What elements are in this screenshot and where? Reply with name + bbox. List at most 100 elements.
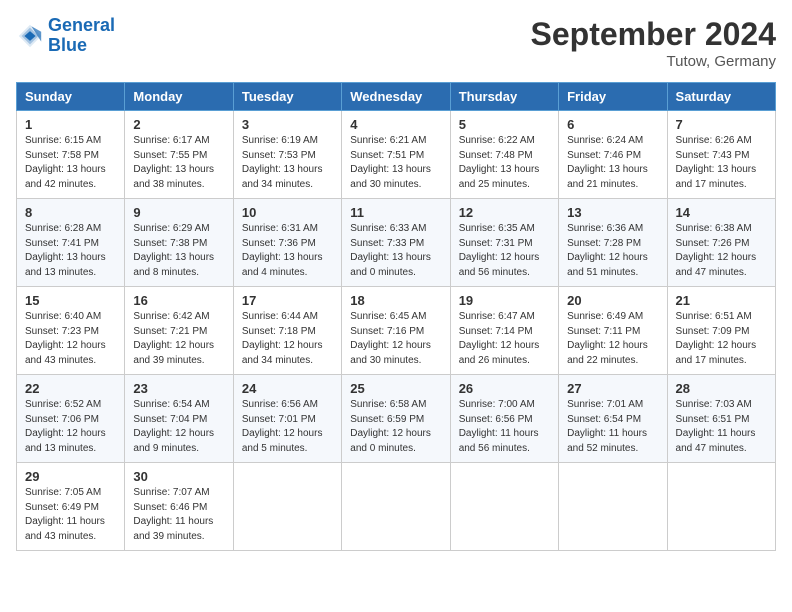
- calendar-cell: 3 Sunrise: 6:19 AM Sunset: 7:53 PM Daylig…: [233, 111, 341, 199]
- calendar-cell: 23 Sunrise: 6:54 AM Sunset: 7:04 PM Dayli…: [125, 375, 233, 463]
- day-number: 14: [676, 205, 767, 220]
- day-number: 21: [676, 293, 767, 308]
- day-info: Sunrise: 7:05 AM Sunset: 6:49 PM Dayligh…: [25, 486, 116, 544]
- day-number: 11: [350, 205, 441, 220]
- calendar-cell: 4 Sunrise: 6:21 AM Sunset: 7:51 PM Daylig…: [342, 111, 450, 199]
- day-info: Sunrise: 6:47 AM Sunset: 7:14 PM Dayligh…: [459, 310, 550, 368]
- logo-icon: [16, 22, 44, 50]
- day-info: Sunrise: 6:42 AM Sunset: 7:21 PM Dayligh…: [133, 310, 224, 368]
- page-header: General Blue September 2024 Tutow, Germa…: [16, 16, 776, 70]
- day-info: Sunrise: 6:40 AM Sunset: 7:23 PM Dayligh…: [25, 310, 116, 368]
- day-info: Sunrise: 7:01 AM Sunset: 6:54 PM Dayligh…: [567, 398, 658, 456]
- day-number: 12: [459, 205, 550, 220]
- calendar-cell: 10 Sunrise: 6:31 AM Sunset: 7:36 PM Dayli…: [233, 199, 341, 287]
- day-number: 22: [25, 381, 116, 396]
- day-number: 16: [133, 293, 224, 308]
- weekday-header-tuesday: Tuesday: [233, 83, 341, 111]
- weekday-header-thursday: Thursday: [450, 83, 558, 111]
- calendar-cell: 11 Sunrise: 6:33 AM Sunset: 7:33 PM Dayli…: [342, 199, 450, 287]
- calendar-cell: [342, 463, 450, 551]
- day-number: 30: [133, 469, 224, 484]
- day-number: 8: [25, 205, 116, 220]
- logo-line1: General: [48, 15, 115, 35]
- day-number: 1: [25, 117, 116, 132]
- day-info: Sunrise: 6:24 AM Sunset: 7:46 PM Dayligh…: [567, 134, 658, 192]
- day-info: Sunrise: 6:26 AM Sunset: 7:43 PM Dayligh…: [676, 134, 767, 192]
- calendar-cell: [450, 463, 558, 551]
- day-number: 23: [133, 381, 224, 396]
- calendar-cell: 6 Sunrise: 6:24 AM Sunset: 7:46 PM Daylig…: [559, 111, 667, 199]
- calendar-cell: 15 Sunrise: 6:40 AM Sunset: 7:23 PM Dayli…: [17, 287, 125, 375]
- day-number: 28: [676, 381, 767, 396]
- day-info: Sunrise: 6:58 AM Sunset: 6:59 PM Dayligh…: [350, 398, 441, 456]
- calendar-week-2: 8 Sunrise: 6:28 AM Sunset: 7:41 PM Daylig…: [17, 199, 776, 287]
- day-number: 3: [242, 117, 333, 132]
- day-number: 29: [25, 469, 116, 484]
- calendar-cell: 14 Sunrise: 6:38 AM Sunset: 7:26 PM Dayli…: [667, 199, 775, 287]
- day-number: 17: [242, 293, 333, 308]
- calendar-cell: 17 Sunrise: 6:44 AM Sunset: 7:18 PM Dayli…: [233, 287, 341, 375]
- calendar-cell: 2 Sunrise: 6:17 AM Sunset: 7:55 PM Daylig…: [125, 111, 233, 199]
- calendar-cell: 12Sunrise: 6:35 AM Sunset: 7:31 PM Dayli…: [450, 199, 558, 287]
- day-number: 15: [25, 293, 116, 308]
- calendar-cell: 26 Sunrise: 7:00 AM Sunset: 6:56 PM Dayli…: [450, 375, 558, 463]
- calendar-cell: 1 Sunrise: 6:15 AM Sunset: 7:58 PM Daylig…: [17, 111, 125, 199]
- day-info: Sunrise: 7:07 AM Sunset: 6:46 PM Dayligh…: [133, 486, 224, 544]
- logo-text: General Blue: [48, 16, 115, 56]
- day-number: 24: [242, 381, 333, 396]
- calendar-cell: 20 Sunrise: 6:49 AM Sunset: 7:11 PM Dayli…: [559, 287, 667, 375]
- calendar-cell: 5 Sunrise: 6:22 AM Sunset: 7:48 PM Daylig…: [450, 111, 558, 199]
- title-block: September 2024 Tutow, Germany: [531, 16, 776, 70]
- logo-line2: Blue: [48, 35, 87, 55]
- day-info: Sunrise: 6:21 AM Sunset: 7:51 PM Dayligh…: [350, 134, 441, 192]
- day-info: Sunrise: 6:22 AM Sunset: 7:48 PM Dayligh…: [459, 134, 550, 192]
- calendar-cell: 13Sunrise: 6:36 AM Sunset: 7:28 PM Dayli…: [559, 199, 667, 287]
- weekday-header-wednesday: Wednesday: [342, 83, 450, 111]
- calendar-cell: [667, 463, 775, 551]
- day-info: Sunrise: 6:45 AM Sunset: 7:16 PM Dayligh…: [350, 310, 441, 368]
- day-info: Sunrise: 6:33 AM Sunset: 7:33 PM Dayligh…: [350, 222, 441, 280]
- calendar-cell: 25 Sunrise: 6:58 AM Sunset: 6:59 PM Dayli…: [342, 375, 450, 463]
- day-number: 26: [459, 381, 550, 396]
- day-number: 9: [133, 205, 224, 220]
- day-number: 2: [133, 117, 224, 132]
- day-info: Sunrise: 6:56 AM Sunset: 7:01 PM Dayligh…: [242, 398, 333, 456]
- location-subtitle: Tutow, Germany: [531, 53, 776, 70]
- day-number: 6: [567, 117, 658, 132]
- day-info: Sunrise: 6:15 AM Sunset: 7:58 PM Dayligh…: [25, 134, 116, 192]
- calendar-cell: 24 Sunrise: 6:56 AM Sunset: 7:01 PM Dayli…: [233, 375, 341, 463]
- day-number: 25: [350, 381, 441, 396]
- calendar-cell: [559, 463, 667, 551]
- day-info: Sunrise: 6:28 AM Sunset: 7:41 PM Dayligh…: [25, 222, 116, 280]
- calendar-cell: 7Sunrise: 6:26 AM Sunset: 7:43 PM Daylig…: [667, 111, 775, 199]
- day-info: Sunrise: 6:54 AM Sunset: 7:04 PM Dayligh…: [133, 398, 224, 456]
- day-info: Sunrise: 6:44 AM Sunset: 7:18 PM Dayligh…: [242, 310, 333, 368]
- day-info: Sunrise: 6:38 AM Sunset: 7:26 PM Dayligh…: [676, 222, 767, 280]
- calendar-week-3: 15 Sunrise: 6:40 AM Sunset: 7:23 PM Dayli…: [17, 287, 776, 375]
- day-number: 10: [242, 205, 333, 220]
- weekday-header-monday: Monday: [125, 83, 233, 111]
- weekday-header-saturday: Saturday: [667, 83, 775, 111]
- day-info: Sunrise: 6:51 AM Sunset: 7:09 PM Dayligh…: [676, 310, 767, 368]
- day-number: 19: [459, 293, 550, 308]
- day-number: 5: [459, 117, 550, 132]
- day-info: Sunrise: 6:31 AM Sunset: 7:36 PM Dayligh…: [242, 222, 333, 280]
- calendar-cell: 8 Sunrise: 6:28 AM Sunset: 7:41 PM Daylig…: [17, 199, 125, 287]
- calendar-cell: 30 Sunrise: 7:07 AM Sunset: 6:46 PM Dayli…: [125, 463, 233, 551]
- calendar-week-1: 1 Sunrise: 6:15 AM Sunset: 7:58 PM Daylig…: [17, 111, 776, 199]
- day-info: Sunrise: 6:49 AM Sunset: 7:11 PM Dayligh…: [567, 310, 658, 368]
- day-info: Sunrise: 6:19 AM Sunset: 7:53 PM Dayligh…: [242, 134, 333, 192]
- day-number: 27: [567, 381, 658, 396]
- month-title: September 2024: [531, 16, 776, 53]
- weekday-header-row: SundayMondayTuesdayWednesdayThursdayFrid…: [17, 83, 776, 111]
- day-info: Sunrise: 6:17 AM Sunset: 7:55 PM Dayligh…: [133, 134, 224, 192]
- calendar-table: SundayMondayTuesdayWednesdayThursdayFrid…: [16, 82, 776, 551]
- logo: General Blue: [16, 16, 115, 56]
- calendar-week-4: 22Sunrise: 6:52 AM Sunset: 7:06 PM Dayli…: [17, 375, 776, 463]
- calendar-cell: 18Sunrise: 6:45 AM Sunset: 7:16 PM Dayli…: [342, 287, 450, 375]
- weekday-header-sunday: Sunday: [17, 83, 125, 111]
- day-number: 4: [350, 117, 441, 132]
- day-info: Sunrise: 7:00 AM Sunset: 6:56 PM Dayligh…: [459, 398, 550, 456]
- day-number: 20: [567, 293, 658, 308]
- calendar-cell: 28Sunrise: 7:03 AM Sunset: 6:51 PM Dayli…: [667, 375, 775, 463]
